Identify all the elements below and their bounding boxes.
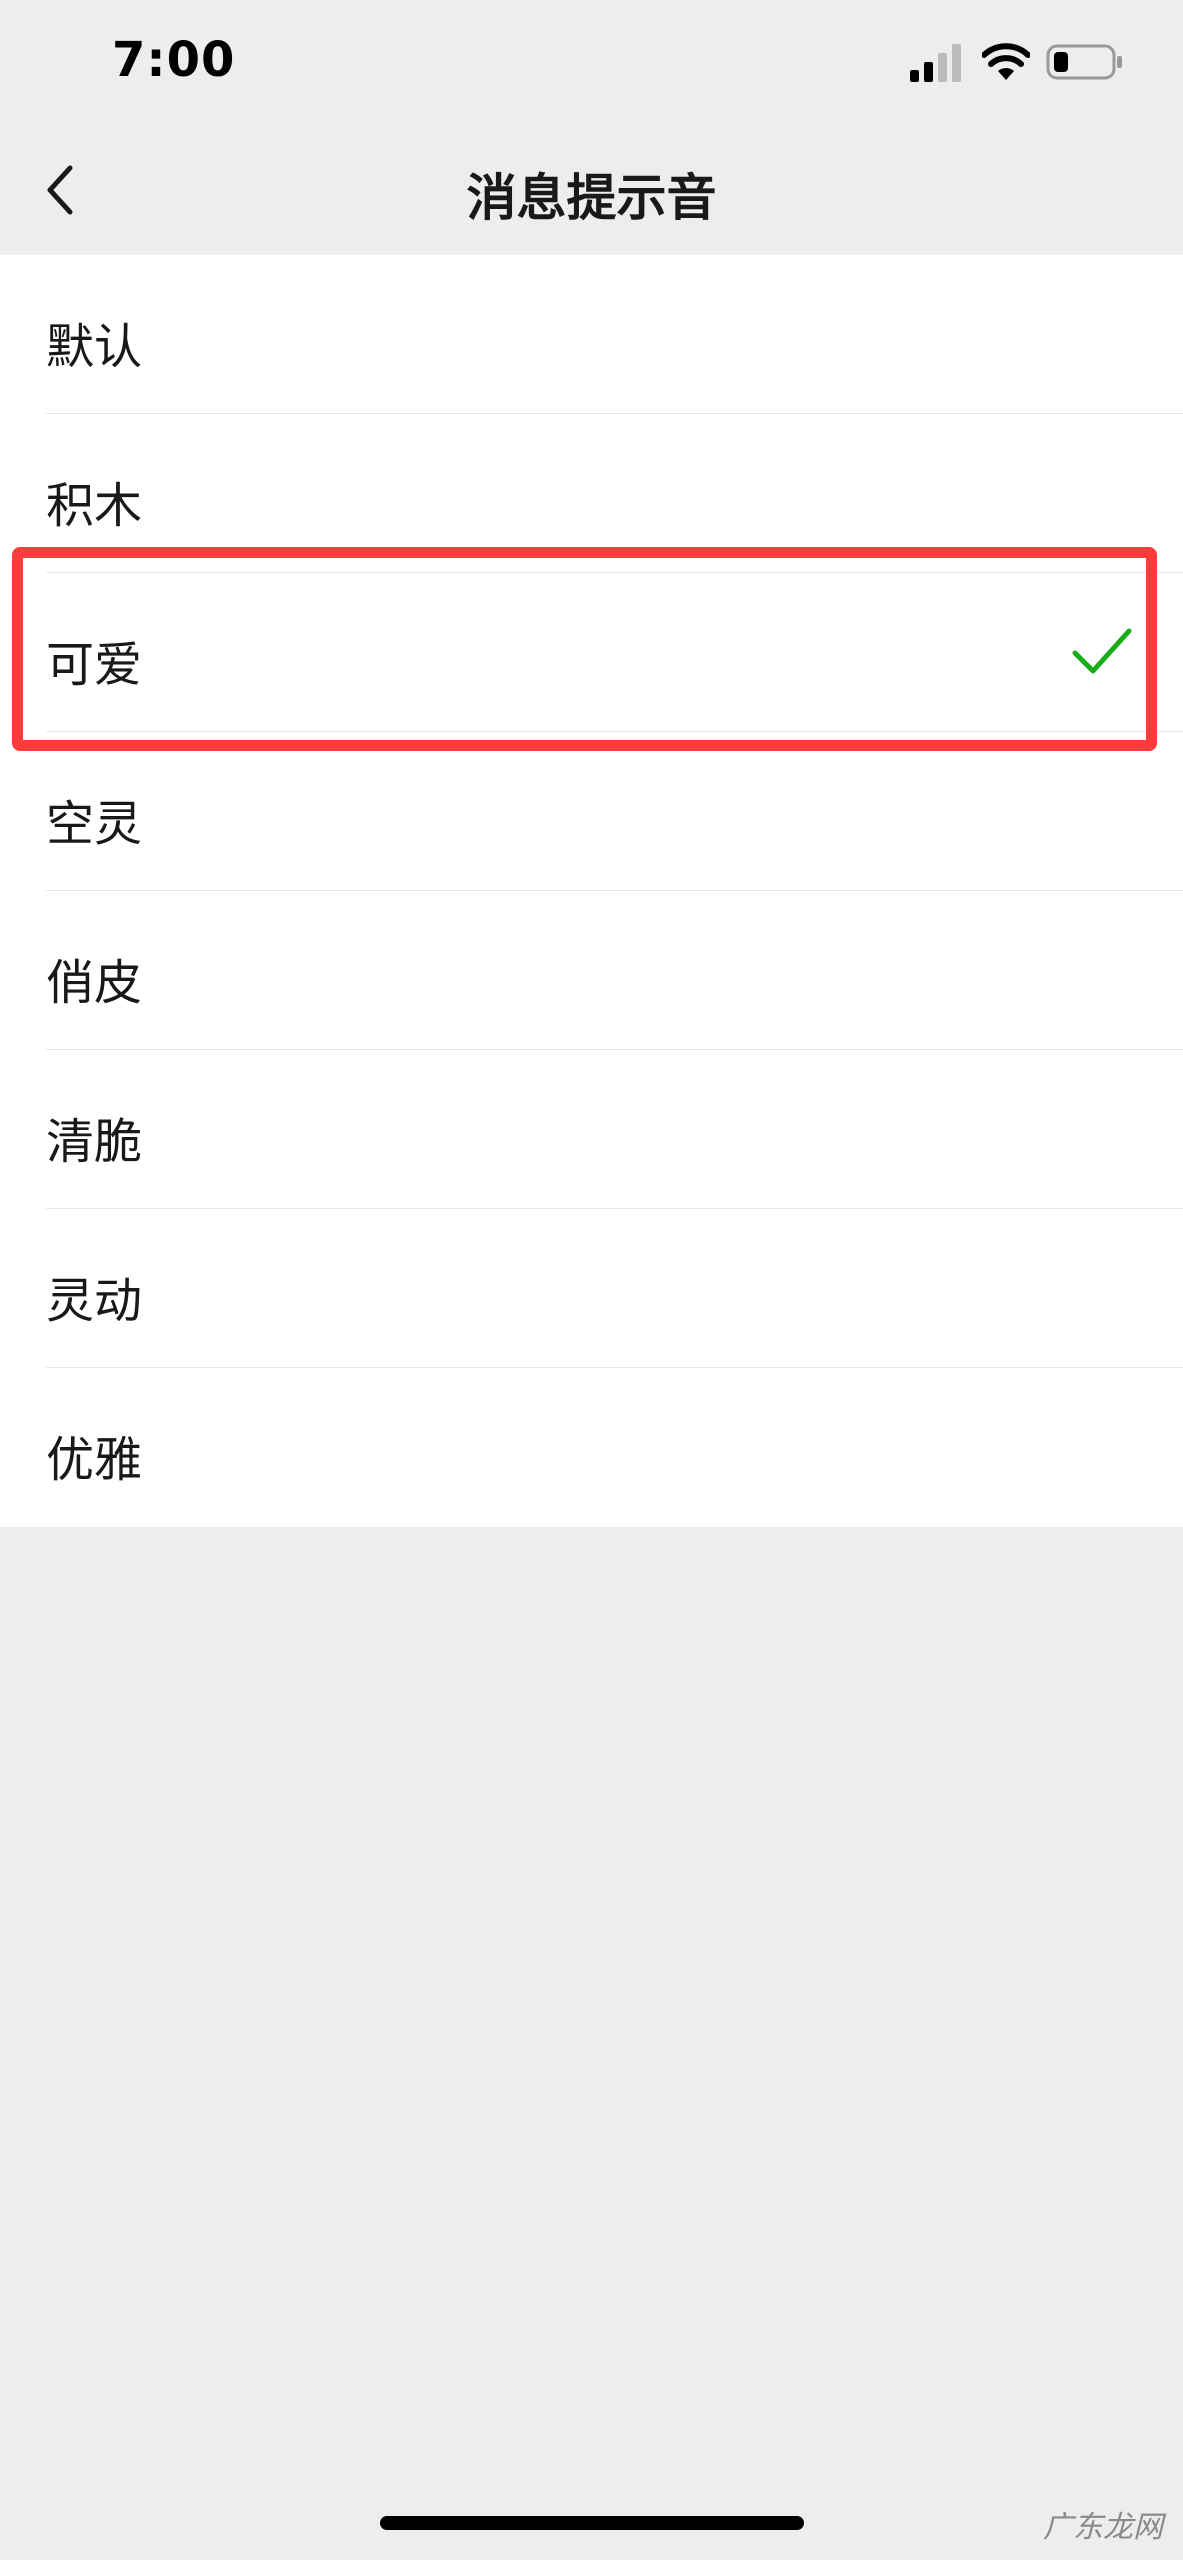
sound-option-label: 默认	[46, 319, 143, 375]
sound-option-label: 可爱	[46, 637, 143, 693]
sound-option-default[interactable]: 默认	[0, 255, 1183, 414]
sound-option-elegant[interactable]: 优雅	[0, 1368, 1183, 1527]
sound-option-label: 空灵	[46, 796, 143, 852]
home-indicator[interactable]	[380, 2516, 804, 2530]
sound-option-ethereal[interactable]: 空灵	[0, 732, 1183, 891]
sound-option-label: 积木	[46, 478, 143, 534]
signal-icon	[910, 44, 961, 82]
watermark: 广东龙网	[1043, 2510, 1163, 2545]
sound-option-label: 优雅	[46, 1432, 143, 1488]
sound-option-crisp[interactable]: 清脆	[0, 1050, 1183, 1209]
page-title: 消息提示音	[466, 169, 717, 227]
nav-bar: 消息提示音	[0, 130, 1183, 255]
sound-option-blocks[interactable]: 积木	[0, 414, 1183, 573]
sound-option-label: 灵动	[46, 1273, 143, 1329]
sound-option-playful[interactable]: 俏皮	[0, 891, 1183, 1050]
sound-list: 默认 积木 可爱 空灵 俏皮 清脆 灵动 优雅	[0, 255, 1183, 1527]
status-bar: 7:00	[0, 0, 1183, 130]
sound-option-cute[interactable]: 可爱	[0, 573, 1183, 732]
checkmark-icon	[1072, 628, 1132, 674]
wifi-icon	[982, 43, 1030, 80]
sound-option-label: 清脆	[46, 1114, 143, 1170]
battery-icon	[1046, 44, 1122, 80]
status-time: 7:00	[112, 32, 236, 88]
sound-option-label: 俏皮	[46, 955, 143, 1011]
sound-option-lively[interactable]: 灵动	[0, 1209, 1183, 1368]
